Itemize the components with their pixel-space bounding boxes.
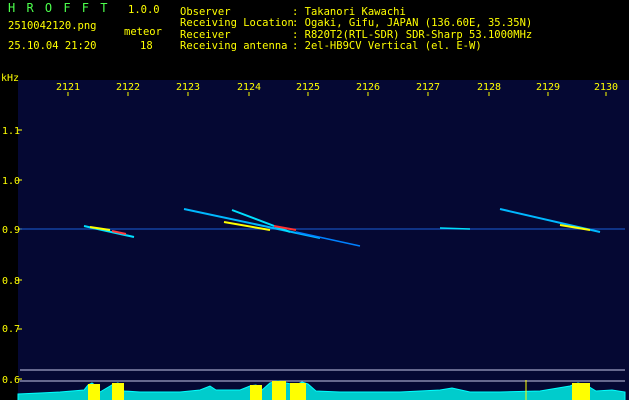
meteor-trail: [295, 231, 361, 247]
spectrogram-svg: 2121 2122 2123 2124 2125 2126 2127 2128 …: [2, 82, 626, 400]
meteor-echoes: [83, 208, 601, 247]
x-tick-label: 2126: [356, 82, 380, 93]
x-tick-label: 2121: [56, 82, 80, 93]
x-tick-marks: [67, 92, 607, 96]
x-tick-label: 2124: [237, 82, 261, 93]
y-tick-label: 0.7: [2, 324, 20, 335]
x-tick-label: 2130: [594, 82, 618, 93]
power-trace: [17, 380, 626, 400]
meteor-trail: [183, 208, 321, 239]
y-tick-label: 0.8: [2, 276, 20, 287]
y-tick-label: 0.6: [2, 375, 20, 386]
x-tick-label: 2129: [536, 82, 560, 93]
x-tick-label: 2127: [416, 82, 440, 93]
y-tick-label: 1.1: [2, 126, 20, 137]
y-tick-marks: [18, 129, 22, 380]
x-tick-label: 2122: [116, 82, 140, 93]
meteor-trail: [439, 227, 471, 230]
x-tick-label: 2125: [296, 82, 320, 93]
y-tick-label: 1.0: [2, 176, 20, 187]
x-tick-label: 2123: [176, 82, 200, 93]
y-tick-label: 0.9: [2, 225, 20, 236]
x-tick-label: 2128: [477, 82, 501, 93]
